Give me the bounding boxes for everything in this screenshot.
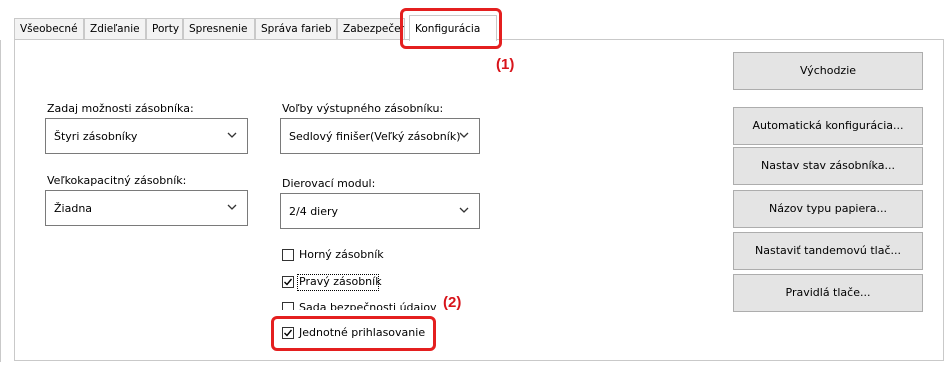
tray-options-value: Štyri zásobníky [54,130,138,143]
chevron-down-icon [459,207,469,213]
tab-vseobecne[interactable]: Všeobecné [14,18,84,40]
chevron-down-icon [227,204,237,210]
checkbox-data-security-kit[interactable]: Sada bezpečnosti údajov [282,301,452,310]
output-tray-select[interactable]: Sedlový finišer(Veľký zásobník) [280,118,480,154]
checkbox-single-sign-on[interactable]: Jednotné prihlasovanie [282,326,432,342]
tab-label: Spresnenie [189,23,248,35]
checkbox-box[interactable] [282,249,294,261]
defaults-button[interactable]: Východzie [733,52,923,90]
tray-options-select[interactable]: Štyri zásobníky [45,118,248,154]
window-left-border [0,40,1,362]
tab-label: Zabezpečer [343,23,405,35]
auto-config-button[interactable]: Automatická konfigurácia... [733,107,923,145]
tab-label: Správa farieb [261,23,332,35]
tray-options-label: Zadaj možnosti zásobníka: [47,102,194,115]
focus-rectangle [297,274,379,291]
tab-label: Všeobecné [20,23,78,35]
tray-status-button[interactable]: Nastav stav zásobníka... [733,147,923,185]
chevron-down-icon [459,132,469,138]
tab-zdielanie[interactable]: Zdieľanie [84,18,146,40]
tab-label: Porty [152,23,180,35]
checkmark-icon [284,329,293,337]
checkbox-upper-tray[interactable]: Horný zásobník [282,248,402,264]
tab-spresnenie[interactable]: Spresnenie [183,18,255,40]
tandem-print-button[interactable]: Nastaviť tandemovú tlač... [733,232,923,270]
tab-konfiguracia[interactable]: Konfigurácia [409,15,497,41]
checkbox-box[interactable] [282,276,294,288]
checkbox-label: Horný zásobník [299,248,384,261]
print-rules-button[interactable]: Pravidlá tlače... [733,274,923,312]
callout-two: (2) [443,294,462,311]
hc-tray-label: Veľkokapacitný zásobník: [47,174,187,187]
tab-label: Konfigurácia [415,23,481,35]
tab-porty[interactable]: Porty [146,18,183,40]
tab-sprava-farieb[interactable]: Správa farieb [255,18,337,40]
paper-type-name-button[interactable]: Názov typu papiera... [733,190,923,228]
output-tray-label: Voľby výstupného zásobníku: [282,102,444,115]
callout-one: (1) [496,56,515,73]
checkmark-icon [284,278,293,286]
tab-zabezpecenie[interactable]: Zabezpečer [337,18,405,40]
output-tray-value: Sedlový finišer(Veľký zásobník) [289,130,461,143]
checkbox-label: Jednotné prihlasovanie [299,326,426,339]
hc-tray-select[interactable]: Žiadna [45,190,248,226]
chevron-down-icon [227,132,237,138]
punch-module-value: 2/4 diery [289,205,339,218]
punch-module-label: Dierovací modul: [282,177,376,190]
checkbox-box[interactable] [282,327,294,339]
checkbox-box[interactable] [282,302,294,310]
tab-label: Zdieľanie [90,23,140,35]
hc-tray-value: Žiadna [54,202,93,215]
checkbox-label: Sada bezpečnosti údajov [299,301,437,310]
punch-module-select[interactable]: 2/4 diery [280,193,480,229]
